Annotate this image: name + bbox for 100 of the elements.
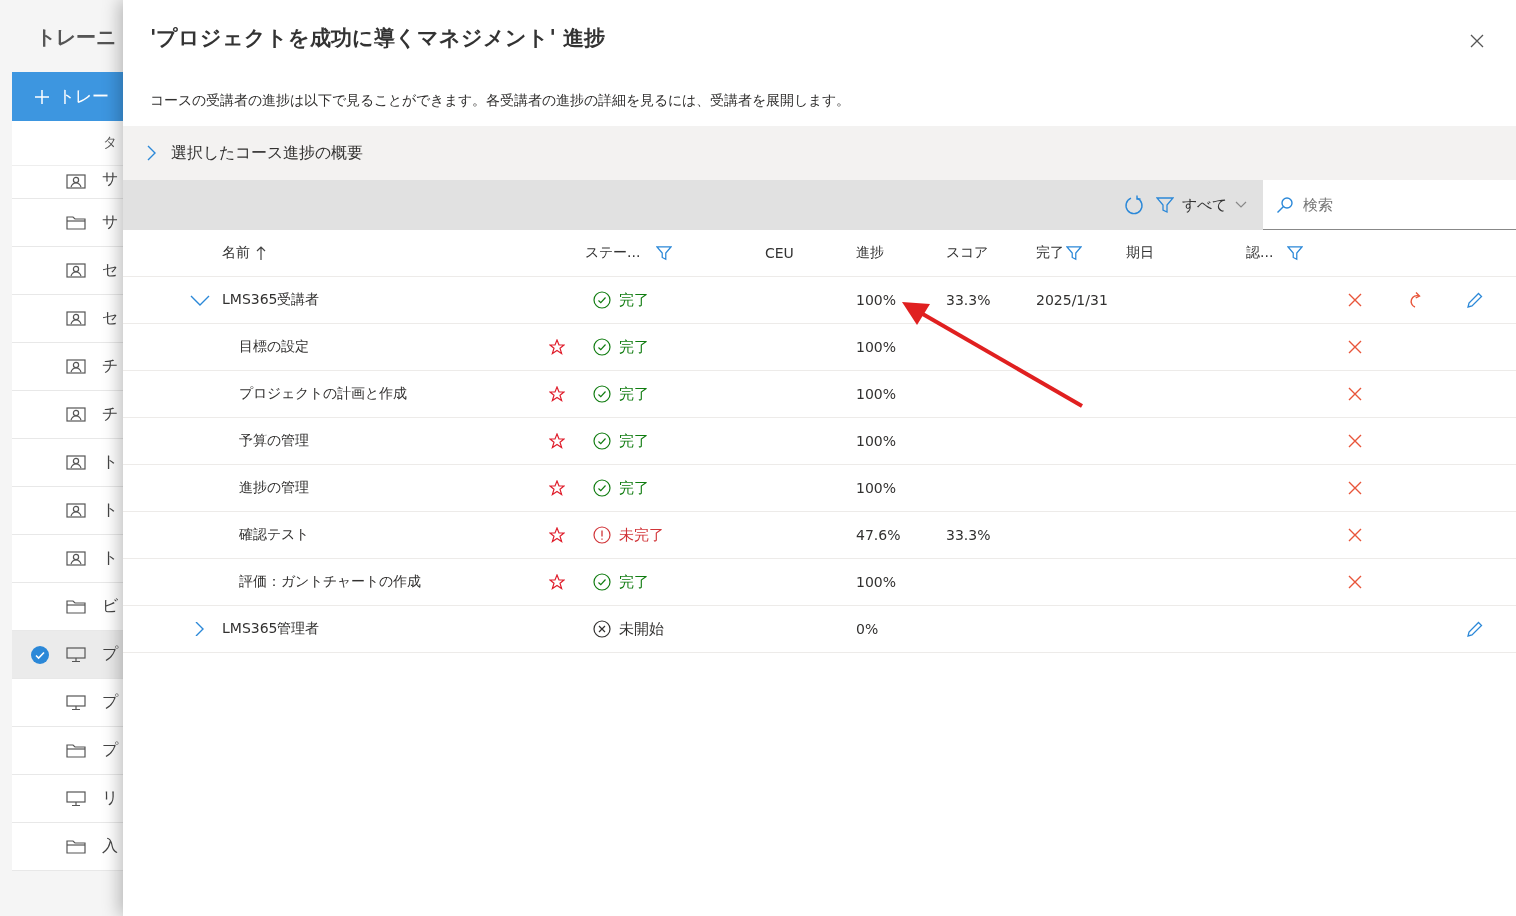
search-field[interactable]: 検索 [1263, 180, 1516, 230]
delete-button[interactable] [1346, 526, 1364, 544]
status-cell: 完了 [585, 384, 649, 404]
close-icon [1348, 481, 1362, 495]
summary-section[interactable]: 選択したコース進捗の概要 [123, 126, 1516, 180]
filter-dropdown[interactable]: すべて [1150, 191, 1253, 219]
monitor-icon [66, 790, 86, 807]
monitor-icon [66, 694, 86, 711]
status-cell: 完了 [585, 572, 649, 592]
table-cell-text: LMS365管理者 [222, 620, 321, 638]
x-circle-icon [593, 620, 611, 638]
table-cell-text: 評価：ガントチャートの作成 [238, 573, 422, 591]
pencil-icon [1467, 292, 1483, 308]
status-cell: 完了 [585, 290, 649, 310]
delete-button[interactable] [1346, 479, 1364, 497]
filter-icon[interactable] [1066, 245, 1082, 261]
table-row[interactable]: 確認テスト 未完了 47.6% 33.3% [123, 512, 1516, 559]
table-cell-text: プロジェクトの計画と作成 [238, 385, 408, 403]
close-icon [1348, 387, 1362, 401]
search-icon [1276, 196, 1294, 214]
close-icon [1348, 434, 1362, 448]
column-header[interactable]: 完了 [1036, 244, 1064, 262]
monitor-icon [66, 646, 86, 663]
table-cell: 100% [856, 574, 897, 590]
list-item[interactable]: プ [12, 631, 123, 679]
folder-icon [66, 838, 86, 855]
close-icon [1348, 575, 1362, 589]
column-header[interactable]: 進捗 [856, 244, 884, 262]
check-circle-icon [593, 573, 611, 591]
folder-icon [66, 214, 86, 231]
edit-button[interactable] [1465, 619, 1485, 639]
column-header[interactable]: ステー... [585, 244, 641, 262]
column-header[interactable]: 認... [1246, 244, 1274, 262]
page-title: トレーニ [35, 24, 117, 48]
close-icon [1348, 340, 1362, 354]
status-cell: 未開始 [585, 619, 664, 639]
sort-up-arrow-icon [256, 246, 266, 260]
column-header[interactable]: 名前 [222, 244, 250, 262]
table-cell-text: 進捗の管理 [238, 479, 310, 497]
table-row[interactable]: プロジェクトの計画と作成 完了 100% [123, 371, 1516, 418]
check-circle-icon [593, 432, 611, 450]
table-cell: 100% [856, 339, 897, 355]
status-cell: 完了 [585, 337, 649, 357]
folder-icon [66, 742, 86, 759]
close-icon [1348, 293, 1362, 307]
table-cell: 100% [856, 386, 897, 402]
person-card-icon [66, 358, 86, 375]
status-cell: 完了 [585, 431, 649, 451]
check-circle-icon [593, 385, 611, 403]
summary-label: 選択したコース進捗の概要 [171, 142, 363, 164]
table-cell: 33.3% [946, 292, 991, 308]
column-header[interactable]: スコア [946, 244, 988, 262]
table-cell-text: 予算の管理 [238, 432, 310, 450]
folder-icon [66, 598, 86, 615]
table-cell-text: 確認テスト [238, 526, 310, 544]
status-cell: 未完了 [585, 525, 664, 545]
plus-icon [34, 88, 50, 105]
close-icon [1470, 34, 1484, 48]
chevron-icon[interactable] [190, 293, 210, 307]
table-cell: 100% [856, 480, 897, 496]
filter-icon[interactable] [656, 245, 673, 261]
check-circle-icon [31, 645, 49, 664]
table-cell: 2025/1/31 [1036, 292, 1108, 308]
status-cell: 完了 [585, 478, 649, 498]
delete-button[interactable] [1346, 573, 1364, 591]
table-cell: 100% [856, 433, 897, 449]
table-cell-text: LMS365受講者 [222, 291, 321, 309]
check-circle-icon [593, 338, 611, 356]
delete-button[interactable] [1346, 291, 1364, 309]
column-header[interactable]: 期日 [1126, 244, 1154, 262]
table-cell-text: 目標の設定 [238, 338, 310, 356]
check-circle-icon [593, 479, 611, 497]
column-header[interactable]: CEU [765, 245, 794, 261]
refresh-icon [1124, 195, 1144, 215]
person-card-icon [66, 454, 86, 471]
table-row[interactable]: 目標の設定 完了 100% [123, 324, 1516, 371]
edit-button[interactable] [1465, 290, 1485, 310]
filter-icon [1156, 196, 1174, 214]
delete-button[interactable] [1346, 385, 1364, 403]
close-icon [1348, 528, 1362, 542]
table-row[interactable]: 進捗の管理 完了 100% [123, 465, 1516, 512]
chevron-icon [145, 144, 157, 162]
delete-button[interactable] [1346, 432, 1364, 450]
filter-icon[interactable] [1287, 245, 1304, 261]
warning-circle-icon [593, 526, 611, 544]
chevron-down-icon [1235, 201, 1247, 209]
table-row[interactable]: 予算の管理 完了 100% [123, 418, 1516, 465]
person-card-icon [66, 550, 86, 567]
pencil-icon [1467, 621, 1483, 637]
table-row[interactable]: LMS365管理者 未開始 0% [123, 606, 1516, 653]
redo-arrow-icon [1407, 291, 1423, 309]
person-card-icon [66, 262, 86, 279]
delete-button[interactable] [1346, 338, 1364, 356]
person-card-icon [66, 502, 86, 519]
dialog-title: 'プロジェクトを成功に導くマネジメント' 進捗 [150, 25, 606, 52]
table-cell: 47.6% [856, 527, 901, 543]
table-row[interactable]: 評価：ガントチャートの作成 完了 100% [123, 559, 1516, 606]
person-card-icon [66, 174, 86, 190]
person-card-icon [66, 310, 86, 327]
check-circle-icon [593, 291, 611, 309]
